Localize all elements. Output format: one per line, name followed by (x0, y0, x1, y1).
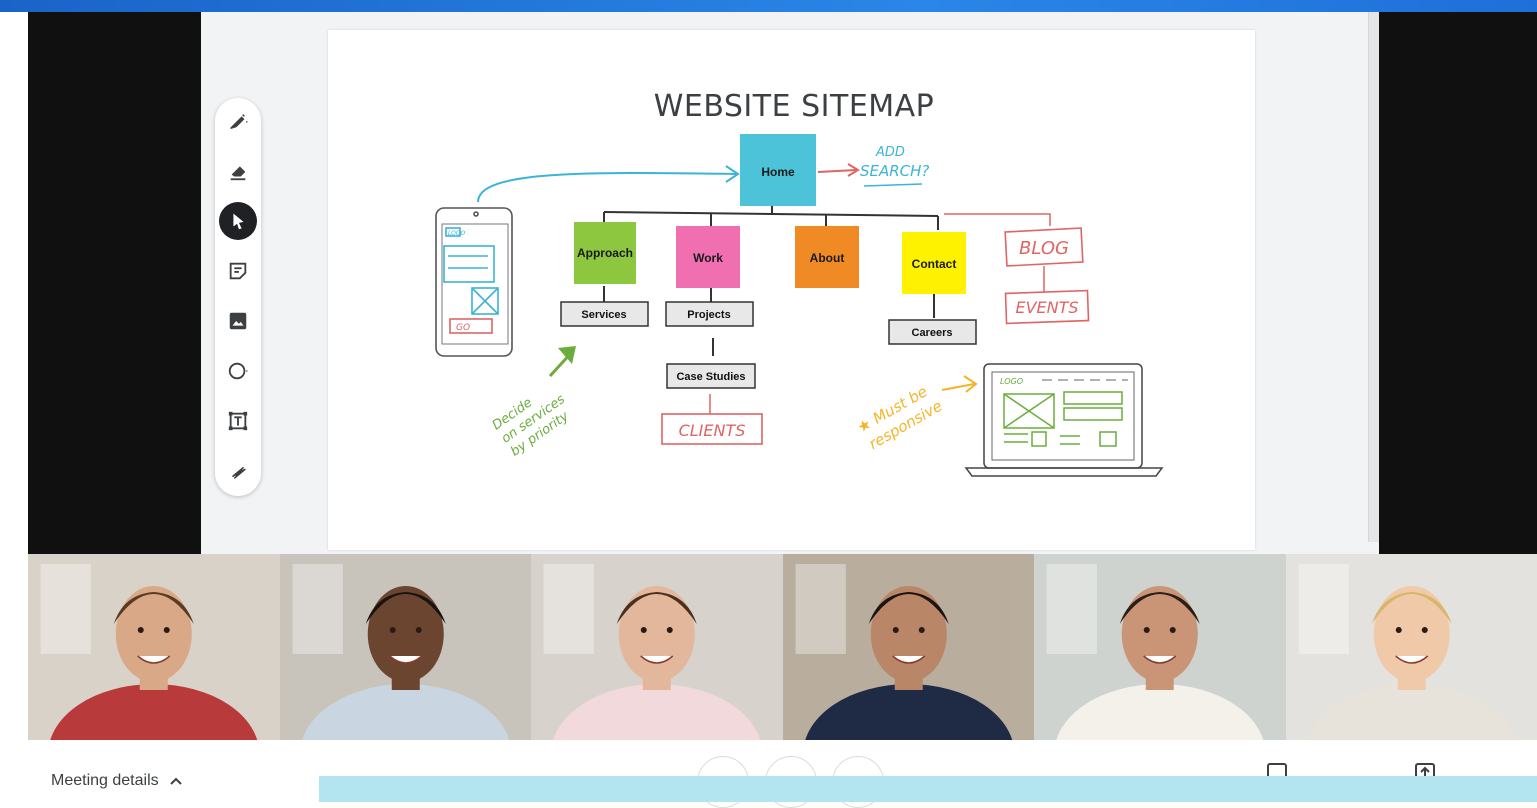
home-label: Home (761, 165, 795, 179)
meeting-details-label: Meeting details (51, 772, 159, 790)
laptop-sketch (966, 364, 1162, 476)
add-search-line2: SEARCH? (860, 162, 929, 180)
participant-video (280, 554, 532, 740)
phone-logo-label: LOGO (448, 230, 466, 237)
participant-video (783, 554, 1035, 740)
projects-label: Projects (687, 309, 730, 321)
scrollbar[interactable] (1368, 12, 1379, 542)
participant-tile[interactable] (531, 554, 784, 740)
caption-banner (319, 776, 1537, 802)
sticky-note-tool-button[interactable] (219, 252, 257, 290)
phone-go-label: GO (456, 323, 470, 333)
text-box-tool-button[interactable] (219, 402, 257, 440)
circle-icon (227, 360, 249, 382)
laptop-logo-label: LOGO (1000, 377, 1023, 386)
approach-label: Approach (577, 246, 633, 260)
text-box-icon (227, 410, 249, 432)
blog-label: BLOG (1019, 238, 1069, 259)
add-search-line1: ADD (875, 145, 905, 160)
eraser-tool-button[interactable] (219, 152, 257, 190)
participant-video (1286, 554, 1537, 740)
laser-tool-button[interactable] (219, 452, 257, 490)
participant-video (28, 554, 280, 740)
work-label: Work (693, 251, 723, 265)
participant-tile[interactable] (280, 554, 533, 740)
pen-tool-button[interactable] (219, 102, 257, 140)
about-label: About (810, 251, 845, 265)
contact-label: Contact (912, 257, 957, 271)
sticky-note-icon (227, 260, 249, 282)
top-bar (0, 0, 1537, 12)
careers-label: Careers (912, 327, 953, 339)
jamboard-toolbar (215, 98, 261, 496)
sitemap-title: WEBSITE SITEMAP (654, 89, 935, 124)
events-label: EVENTS (1015, 298, 1078, 317)
phone-to-home-arrow (478, 173, 738, 202)
participant-video (531, 554, 783, 740)
meeting-details-button[interactable]: Meeting details (51, 772, 183, 790)
case-studies-label: Case Studies (676, 371, 745, 383)
shape-tool-button[interactable] (219, 352, 257, 390)
laser-icon (227, 460, 249, 482)
participant-tile[interactable] (1286, 554, 1537, 740)
image-tool-button[interactable] (219, 302, 257, 340)
whiteboard-canvas[interactable]: WEBSITE SITEMAP LOGO GO (328, 30, 1255, 550)
must-be-responsive-note: ★ Must be responsive (854, 379, 945, 454)
services-label: Services (581, 309, 626, 321)
clients-label: CLIENTS (679, 421, 746, 440)
chevron-up-icon (169, 776, 183, 786)
participant-tile[interactable] (1034, 554, 1287, 740)
participant-tile[interactable] (783, 554, 1036, 740)
select-arrow-icon (227, 210, 249, 232)
participant-video (1034, 554, 1286, 740)
image-icon (227, 310, 249, 332)
select-tool-button[interactable] (219, 202, 257, 240)
sitemap-drawing: WEBSITE SITEMAP LOGO GO (328, 30, 1255, 550)
pen-icon (227, 110, 249, 132)
decide-note: Decide on services by priority (490, 379, 577, 460)
eraser-icon (227, 160, 249, 182)
participant-strip (28, 554, 1537, 740)
participant-tile[interactable] (28, 554, 281, 740)
sitemap-connectors (604, 206, 938, 356)
